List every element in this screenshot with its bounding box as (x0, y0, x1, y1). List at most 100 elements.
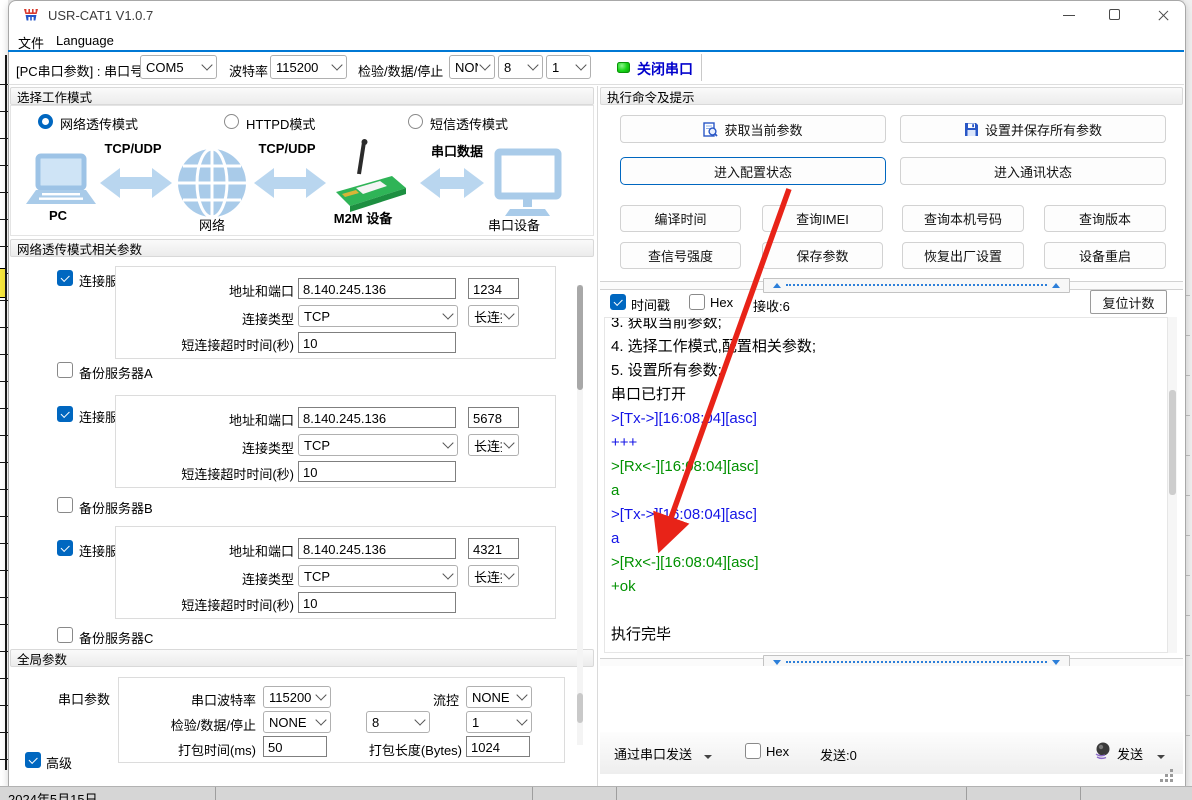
query-imei-button[interactable]: 查询IMEI (762, 205, 883, 232)
server-c-type-select[interactable]: TCP (298, 565, 458, 587)
pack-len-input[interactable] (466, 736, 530, 757)
close-button[interactable] (1144, 0, 1182, 30)
checkbox-server-c[interactable] (57, 540, 73, 556)
netparams-group-title: 网络透传模式相关参数 (17, 239, 142, 258)
enter-config-button[interactable]: 进入配置状态 (620, 157, 886, 185)
radio-sms-mode[interactable] (408, 114, 423, 129)
server-a-timeout-input[interactable] (298, 332, 456, 353)
menu-item-language[interactable]: Language (56, 33, 114, 48)
log-scrollbar[interactable] (1168, 317, 1177, 653)
server-a-address-input[interactable] (298, 278, 456, 299)
checkbox-backup-c[interactable] (57, 627, 73, 643)
reset-counter-button[interactable]: 复位计数 (1090, 290, 1167, 314)
server-b-address-input[interactable] (298, 407, 456, 428)
flow-select[interactable]: NONE (466, 686, 532, 708)
enter-comm-button[interactable]: 进入通讯状态 (900, 157, 1166, 185)
backup-c-label[interactable]: 备份服务器C (79, 628, 153, 647)
server-a-type-select[interactable]: TCP (298, 305, 458, 327)
server-b-port-input[interactable] (468, 407, 519, 428)
globalparams-group-header: 全局参数 (10, 649, 594, 667)
baud-select[interactable]: 115200 (270, 55, 347, 79)
pack-time-input[interactable] (263, 736, 327, 757)
server-c-port-input[interactable] (468, 538, 519, 559)
backup-a-label[interactable]: 备份服务器A (79, 363, 153, 382)
log-area[interactable]: 3. 获取当前参数; 4. 选择工作模式,配置相关参数; 5. 设置所有参数; … (604, 317, 1168, 653)
com-port-select[interactable]: COM5 (140, 55, 217, 79)
close-port-button[interactable]: 关闭串口 (637, 59, 693, 79)
maximize-button[interactable] (1098, 0, 1132, 30)
reset-counter-label: 复位计数 (1102, 293, 1154, 312)
status-divider (215, 787, 216, 800)
timestamp-label[interactable]: 时间戳 (631, 295, 670, 314)
send-mode-dropdown[interactable]: 通过串口发送 (614, 744, 712, 763)
radio-net-transparent-mode[interactable] (38, 114, 53, 129)
chevron-down-icon (315, 689, 326, 700)
radio-httpd-label[interactable]: HTTPD模式 (246, 114, 315, 133)
flow-label: 流控 (379, 690, 459, 709)
server-c-keep-select[interactable]: 长连接 (468, 565, 519, 587)
status-bar: 2024年5月15日 (0, 786, 1192, 800)
query-number-label: 查询本机号码 (924, 209, 1002, 228)
splitter-top-handle[interactable] (763, 278, 1070, 293)
globalparams-block: 串口波特率 115200 流控 NONE 检验/数据/停止 NONE 8 1 打… (118, 677, 565, 763)
background-grid-vline (5, 55, 7, 770)
advanced-label[interactable]: 高级 (46, 753, 72, 772)
server-b-timeout-input[interactable] (298, 461, 456, 482)
serial-parity-select[interactable]: NONE (263, 711, 331, 733)
stopbits-select[interactable]: 1 (546, 55, 591, 79)
query-version-button[interactable]: 查询版本 (1044, 205, 1166, 232)
log-hex-label[interactable]: Hex (710, 295, 733, 310)
checkbox-backup-b[interactable] (57, 497, 73, 513)
scrollbar-thumb-2[interactable] (577, 693, 583, 723)
radio-sms-label[interactable]: 短信透传模式 (430, 114, 508, 133)
serial-parity-label: 检验/数据/停止 (119, 715, 256, 734)
log-line (611, 599, 1167, 623)
save-params-button[interactable]: 保存参数 (762, 242, 883, 269)
checkbox-server-a[interactable] (57, 270, 73, 286)
chevron-down-icon (315, 714, 326, 725)
get-params-button[interactable]: 获取当前参数 (620, 115, 886, 143)
save-icon (964, 122, 979, 137)
minimize-button[interactable] (1052, 0, 1086, 30)
log-line: >[Rx<-][16:08:04][asc] (611, 551, 1167, 575)
radio-httpd-mode[interactable] (224, 114, 239, 129)
parity-select[interactable]: NONE (449, 55, 495, 79)
send-input-area[interactable] (600, 666, 1183, 732)
server-b-type-select[interactable]: TCP (298, 434, 458, 456)
scrollbar-thumb[interactable] (577, 285, 583, 390)
chevron-down-icon (414, 714, 425, 725)
factory-reset-button[interactable]: 恢复出厂设置 (902, 242, 1024, 269)
checkbox-send-hex[interactable] (745, 743, 761, 759)
query-signal-button[interactable]: 查信号强度 (620, 242, 741, 269)
diagram-link-label: TCP/UDP (98, 141, 168, 156)
databits-select[interactable]: 8 (498, 55, 543, 79)
flow-value: NONE (472, 690, 515, 705)
compile-time-button[interactable]: 编译时间 (620, 205, 741, 232)
send-button[interactable]: 发送 (1117, 744, 1165, 763)
scrollbar-thumb[interactable] (1169, 390, 1176, 495)
checkbox-advanced[interactable] (25, 752, 41, 768)
serial-baud-select[interactable]: 115200 (263, 686, 331, 708)
left-panel-scrollbar[interactable] (577, 285, 583, 745)
serial-stopbits-select[interactable]: 1 (466, 711, 532, 733)
server-c-timeout-input[interactable] (298, 592, 456, 613)
checkbox-log-hex[interactable] (689, 294, 705, 310)
radio-net-transparent-label[interactable]: 网络透传模式 (60, 114, 138, 133)
backup-b-label[interactable]: 备份服务器B (79, 498, 153, 517)
resize-grip[interactable] (1158, 770, 1176, 784)
conn-type-label: 连接类型 (116, 309, 294, 328)
checkbox-server-b[interactable] (57, 406, 73, 422)
pack-time-label: 打包时间(ms) (119, 740, 256, 759)
server-c-address-input[interactable] (298, 538, 456, 559)
server-a-keep-select[interactable]: 长连接 (468, 305, 519, 327)
query-number-button[interactable]: 查询本机号码 (902, 205, 1024, 232)
serial-databits-select[interactable]: 8 (366, 711, 430, 733)
send-button-label: 发送 (1117, 747, 1143, 762)
server-a-port-input[interactable] (468, 278, 519, 299)
server-b-keep-select[interactable]: 长连接 (468, 434, 519, 456)
checkbox-backup-a[interactable] (57, 362, 73, 378)
set-save-params-button[interactable]: 设置并保存所有参数 (900, 115, 1166, 143)
send-hex-label[interactable]: Hex (766, 744, 789, 759)
device-restart-button[interactable]: 设备重启 (1044, 242, 1166, 269)
checkbox-timestamp[interactable] (610, 294, 626, 310)
